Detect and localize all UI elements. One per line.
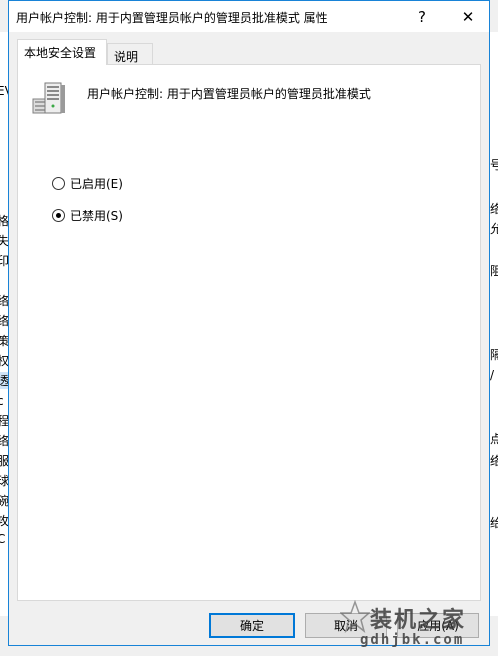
bg-right-text: 号 [490, 158, 498, 172]
ok-button[interactable]: 确定 [209, 613, 295, 638]
radio-enabled-label: 已启用(E) [70, 177, 123, 191]
bg-right-text: 隔 [490, 348, 498, 362]
bg-right-text: 点 [490, 432, 498, 446]
tab-local-security-setting[interactable]: 本地安全设置 [17, 39, 107, 65]
bg-right-text: 阻 [490, 264, 498, 278]
background-window-right-edge: 号 络 允 阻 隔 / 点 络 给 [489, 32, 498, 616]
radio-enabled[interactable]: 已启用(E) [52, 175, 123, 192]
tab-explain[interactable]: 说明 [107, 43, 153, 65]
radio-disabled[interactable]: 已禁用(S) [52, 207, 123, 224]
tab-panel: 用户帐户控制: 用于内置管理员帐户的管理员批准模式 已启用(E) 已禁用(S) [17, 64, 481, 601]
policy-title: 用户帐户控制: 用于内置管理员帐户的管理员批准模式 [87, 87, 371, 101]
close-icon: ✕ [461, 7, 475, 26]
apply-button[interactable]: 应用(A) [397, 613, 479, 638]
help-icon: ? [418, 7, 426, 26]
radio-disabled-circle[interactable] [52, 209, 65, 222]
server-computer-icon [32, 82, 65, 114]
properties-dialog: 用户帐户控制: 用于内置管理员帐户的管理员批准模式 属性 ? ✕ 本地安全设置 … [8, 0, 490, 646]
bg-right-text: / [490, 368, 495, 382]
bg-right-text: 允 [490, 222, 498, 236]
bg-right-text: 络 [490, 202, 498, 216]
help-button[interactable]: ? [399, 1, 445, 32]
bg-left-text: C [0, 532, 6, 546]
title-bar[interactable]: 用户帐户控制: 用于内置管理员帐户的管理员批准模式 属性 ? ✕ [9, 1, 489, 32]
close-button[interactable]: ✕ [445, 1, 491, 32]
cancel-button[interactable]: 取消 [305, 613, 387, 638]
bg-right-text: 络 [490, 454, 498, 468]
bg-right-text: 给 [490, 516, 498, 530]
bg-left-text: c [0, 394, 4, 408]
radio-enabled-circle[interactable] [52, 177, 65, 190]
dialog-title: 用户帐户控制: 用于内置管理员帐户的管理员批准模式 属性 [16, 11, 328, 25]
radio-disabled-label: 已禁用(S) [70, 209, 123, 223]
